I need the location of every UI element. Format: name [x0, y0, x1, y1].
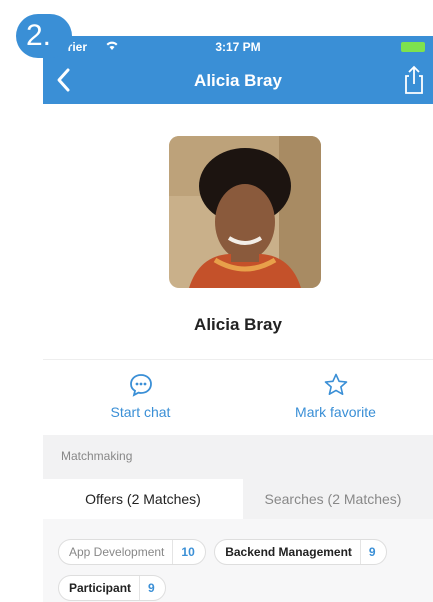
- navigation-bar: Alicia Bray: [43, 58, 433, 104]
- tag-count: 9: [148, 581, 155, 595]
- phone-screen: rrier 3:17 PM Alicia Bray Alicia Bray St…: [43, 36, 433, 602]
- section-header-matchmaking: Matchmaking: [43, 435, 433, 479]
- avatar: [169, 136, 321, 288]
- tab-offers[interactable]: Offers (2 Matches): [43, 479, 243, 519]
- tag-list: App Development 10 Backend Management 9 …: [43, 519, 433, 602]
- profile-name: Alicia Bray: [194, 315, 282, 334]
- nav-title: Alicia Bray: [194, 71, 282, 90]
- mark-favorite-label: Mark favorite: [295, 404, 376, 420]
- tag-count: 10: [181, 545, 195, 559]
- start-chat-label: Start chat: [110, 404, 171, 420]
- battery-icon: [401, 42, 425, 52]
- step-number-badge: 2.: [16, 14, 72, 58]
- chat-bubble-icon: [129, 374, 152, 397]
- tag-name: App Development: [59, 540, 174, 564]
- mark-favorite-button[interactable]: Mark favorite: [238, 372, 433, 420]
- tab-searches[interactable]: Searches (2 Matches): [233, 479, 433, 519]
- matchmaking-tabs: Offers (2 Matches) Searches (2 Matches): [43, 479, 433, 519]
- tag-count: 9: [368, 545, 376, 559]
- star-icon: [324, 373, 347, 395]
- tag-name: Backend Management: [215, 540, 361, 564]
- tag-chip[interactable]: Participant 9: [58, 575, 166, 601]
- tag-chip[interactable]: Backend Management 9: [214, 539, 387, 565]
- share-icon[interactable]: [401, 64, 427, 96]
- tag-chip[interactable]: App Development 10: [58, 539, 206, 565]
- start-chat-button[interactable]: Start chat: [43, 372, 238, 420]
- tag-name: Participant: [59, 576, 141, 600]
- status-time: 3:17 PM: [215, 40, 261, 54]
- status-bar: rrier 3:17 PM: [43, 36, 433, 58]
- profile-header: Alicia Bray: [43, 104, 433, 394]
- profile-actions: Start chat Mark favorite: [43, 359, 433, 435]
